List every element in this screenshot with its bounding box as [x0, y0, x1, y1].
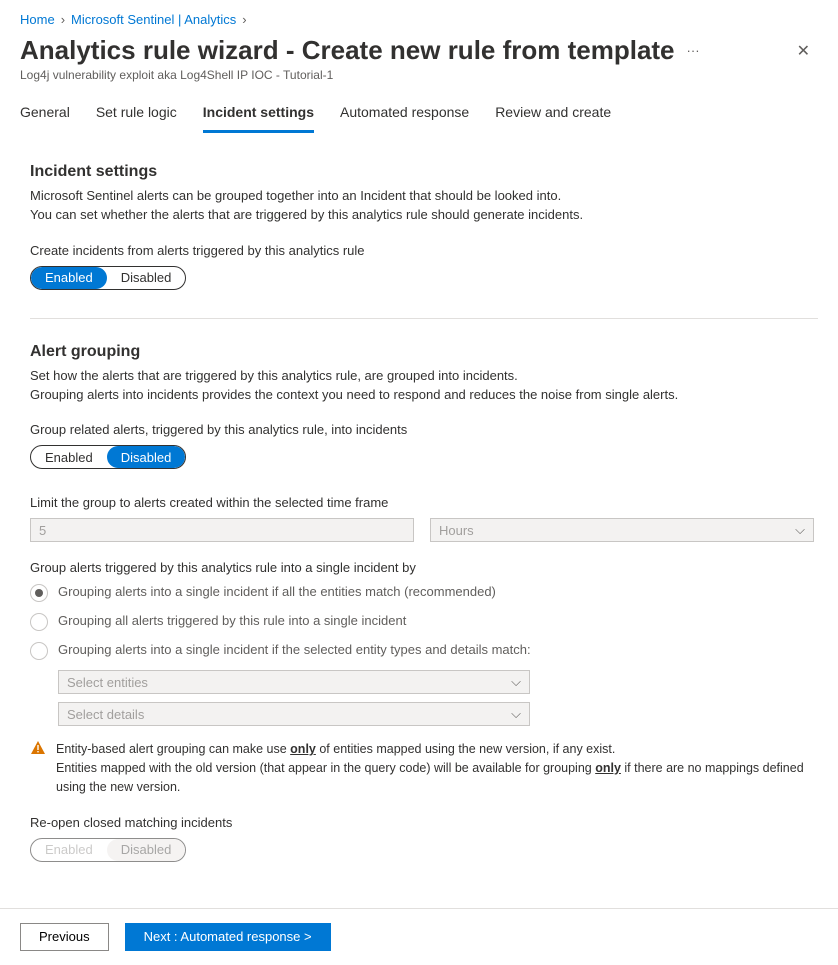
limit-unit-select[interactable]: Hours ⌵: [430, 518, 814, 542]
radio-selected-types[interactable]: Grouping alerts into a single incident i…: [30, 641, 818, 660]
create-incidents-label: Create incidents from alerts triggered b…: [30, 243, 818, 258]
toggle-enabled[interactable]: Enabled: [31, 446, 107, 468]
group-related-label: Group related alerts, triggered by this …: [30, 422, 818, 437]
tab-set-rule-logic[interactable]: Set rule logic: [96, 100, 177, 133]
incident-settings-desc: Microsoft Sentinel alerts can be grouped…: [30, 187, 818, 225]
create-incidents-toggle[interactable]: Enabled Disabled: [30, 266, 186, 290]
warning-icon: [30, 740, 46, 759]
radio-label: Grouping alerts into a single incident i…: [58, 641, 531, 659]
chevron-right-icon: ›: [61, 12, 65, 27]
select-details[interactable]: Select details ⌵: [58, 702, 530, 726]
incident-settings-heading: Incident settings: [30, 163, 818, 181]
chevron-down-icon: ⌵: [795, 522, 805, 538]
select-placeholder: Select details: [67, 707, 144, 722]
toggle-enabled[interactable]: Enabled: [31, 267, 107, 289]
limit-value-input[interactable]: [30, 518, 414, 542]
chevron-down-icon: ⌵: [511, 706, 521, 722]
close-icon[interactable]: ✕: [789, 37, 818, 65]
alert-grouping-heading: Alert grouping: [30, 343, 818, 361]
page-subtitle: Log4j vulnerability exploit aka Log4Shel…: [20, 68, 818, 82]
tab-incident-settings[interactable]: Incident settings: [203, 100, 314, 133]
wizard-tabs: General Set rule logic Incident settings…: [10, 100, 818, 133]
limit-group-label: Limit the group to alerts created within…: [30, 495, 818, 510]
radio-label: Grouping all alerts triggered by this ru…: [58, 612, 406, 630]
wizard-footer: Previous Next : Automated response >: [0, 908, 838, 965]
toggle-disabled[interactable]: Disabled: [107, 446, 186, 468]
next-button[interactable]: Next : Automated response >: [125, 923, 331, 951]
limit-unit-value: Hours: [439, 523, 474, 538]
reopen-toggle[interactable]: Enabled Disabled: [30, 838, 186, 862]
radio-all-alerts[interactable]: Grouping all alerts triggered by this ru…: [30, 612, 818, 631]
chevron-right-icon: ›: [242, 12, 246, 27]
group-single-label: Group alerts triggered by this analytics…: [30, 560, 818, 575]
breadcrumb-sentinel[interactable]: Microsoft Sentinel | Analytics: [71, 12, 236, 27]
page-title: Analytics rule wizard - Create new rule …: [20, 35, 675, 66]
warning-message: Entity-based alert grouping can make use…: [30, 740, 818, 796]
radio-icon: [30, 613, 48, 631]
group-related-toggle[interactable]: Enabled Disabled: [30, 445, 186, 469]
warning-text: Entity-based alert grouping can make use…: [56, 740, 818, 796]
divider: [30, 318, 818, 319]
radio-entities-match[interactable]: Grouping alerts into a single incident i…: [30, 583, 818, 602]
tab-general[interactable]: General: [20, 100, 70, 133]
radio-label: Grouping alerts into a single incident i…: [58, 583, 496, 601]
select-placeholder: Select entities: [67, 675, 148, 690]
tab-automated-response[interactable]: Automated response: [340, 100, 469, 133]
chevron-down-icon: ⌵: [511, 674, 521, 690]
toggle-enabled[interactable]: Enabled: [31, 839, 107, 861]
radio-icon: [30, 584, 48, 602]
alert-grouping-desc: Set how the alerts that are triggered by…: [30, 367, 818, 405]
toggle-disabled[interactable]: Disabled: [107, 267, 186, 289]
select-entities[interactable]: Select entities ⌵: [58, 670, 530, 694]
radio-icon: [30, 642, 48, 660]
previous-button[interactable]: Previous: [20, 923, 109, 951]
reopen-label: Re-open closed matching incidents: [30, 815, 818, 830]
breadcrumb: Home › Microsoft Sentinel | Analytics ›: [20, 12, 818, 27]
tab-review-create[interactable]: Review and create: [495, 100, 611, 133]
toggle-disabled[interactable]: Disabled: [107, 839, 186, 861]
more-icon[interactable]: ···: [687, 43, 700, 58]
breadcrumb-home[interactable]: Home: [20, 12, 55, 27]
